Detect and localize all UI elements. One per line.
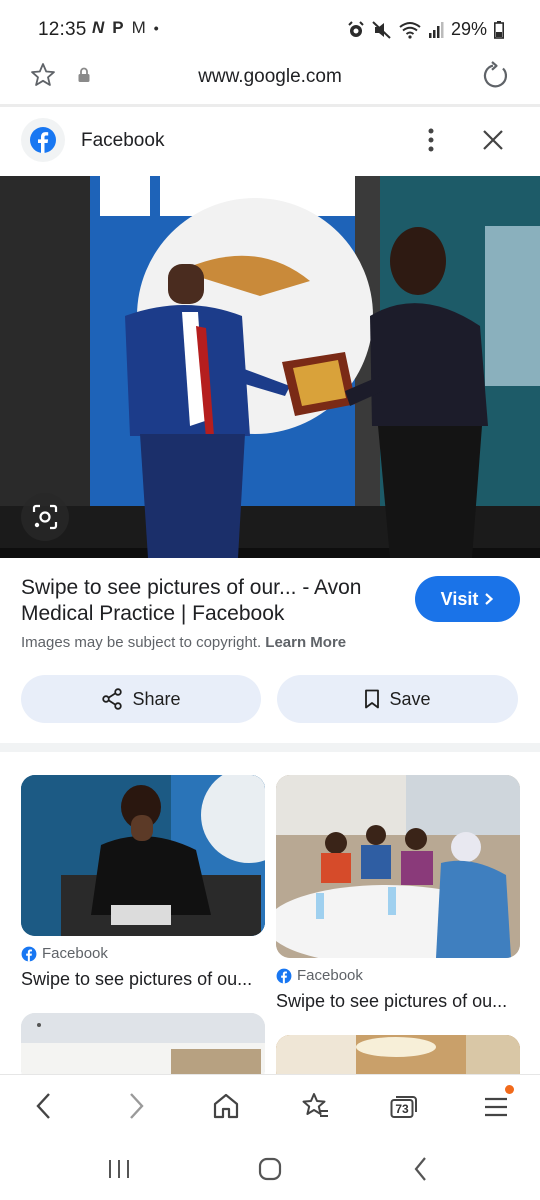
battery-percent: 29% bbox=[450, 19, 487, 39]
mute-icon bbox=[372, 20, 391, 39]
attendees-photo bbox=[276, 775, 520, 958]
menu-icon bbox=[485, 1097, 507, 1117]
learn-more-link[interactable]: Learn More bbox=[265, 634, 346, 651]
forward-icon[interactable] bbox=[124, 1091, 148, 1121]
status-bar: 12:35 N P M • 29% bbox=[0, 0, 540, 56]
browser-toolbar: 73 bbox=[0, 1074, 540, 1140]
more-notifications-dot: • bbox=[153, 20, 159, 36]
bookmarks-icon[interactable] bbox=[300, 1091, 330, 1121]
bookmark-icon bbox=[365, 689, 380, 709]
facebook-icon bbox=[276, 968, 292, 983]
recent-apps-icon[interactable] bbox=[106, 1158, 132, 1180]
url-bar[interactable]: www.google.com bbox=[0, 56, 540, 102]
speaker-photo bbox=[21, 775, 265, 936]
url-text[interactable]: www.google.com bbox=[0, 66, 540, 88]
facebook-icon bbox=[21, 946, 37, 961]
save-button[interactable]: Save bbox=[277, 675, 518, 723]
related-image-2[interactable] bbox=[276, 775, 520, 958]
visit-button[interactable]: Visit bbox=[415, 576, 520, 622]
notification-dot bbox=[505, 1085, 514, 1094]
back-icon[interactable] bbox=[32, 1091, 56, 1121]
thumb-source-2: Facebook bbox=[276, 967, 363, 984]
copyright-text: Images may be subject to copyright. bbox=[21, 634, 262, 651]
reload-icon[interactable] bbox=[481, 61, 511, 91]
visit-label: Visit bbox=[440, 588, 479, 609]
copyright-notice: Images may be subject to copyright. Lear… bbox=[21, 634, 346, 651]
notification-icon-n: N bbox=[92, 18, 105, 37]
status-time: 12:35 bbox=[38, 19, 87, 40]
tab-count: 73 bbox=[395, 1102, 409, 1116]
related-image-3[interactable] bbox=[21, 1013, 265, 1083]
source-header: Facebook bbox=[0, 110, 540, 174]
save-label: Save bbox=[389, 688, 431, 709]
facebook-logo bbox=[21, 118, 65, 162]
section-divider bbox=[0, 743, 540, 752]
share-button[interactable]: Share bbox=[21, 675, 261, 723]
thumb-source-1: Facebook bbox=[21, 945, 108, 962]
alarm-icon bbox=[348, 20, 364, 37]
menu-button[interactable] bbox=[482, 1085, 514, 1121]
lens-button[interactable] bbox=[21, 493, 69, 541]
lens-icon bbox=[32, 504, 58, 530]
related-image-1[interactable] bbox=[21, 775, 265, 936]
back-nav-icon[interactable] bbox=[410, 1155, 432, 1183]
thumb-source-label: Facebook bbox=[42, 945, 108, 962]
close-icon[interactable] bbox=[481, 128, 505, 152]
result-title[interactable]: Swipe to see pictures of our... - Avon M… bbox=[21, 575, 401, 627]
home-nav-icon[interactable] bbox=[257, 1156, 283, 1182]
signal-icon bbox=[428, 21, 444, 38]
facebook-icon bbox=[30, 127, 56, 153]
source-name[interactable]: Facebook bbox=[81, 130, 164, 152]
gmail-icon: M bbox=[131, 18, 146, 37]
thumb-caption-1[interactable]: Swipe to see pictures of ou... bbox=[21, 969, 252, 990]
home-icon[interactable] bbox=[212, 1091, 240, 1121]
chevron-right-icon bbox=[485, 593, 494, 605]
tabs-button[interactable]: 73 bbox=[390, 1095, 418, 1119]
share-label: Share bbox=[132, 688, 181, 709]
wifi-icon bbox=[399, 21, 421, 39]
notification-icons: N P M • bbox=[92, 18, 159, 38]
award-photo bbox=[0, 176, 540, 558]
notification-icon-p: P bbox=[112, 18, 124, 37]
thumb-caption-2[interactable]: Swipe to see pictures of ou... bbox=[276, 991, 507, 1012]
thumb-source-label: Facebook bbox=[297, 967, 363, 984]
share-icon bbox=[102, 688, 123, 710]
battery-icon bbox=[494, 20, 504, 39]
system-icons: 29% bbox=[347, 19, 504, 40]
main-image[interactable] bbox=[0, 176, 540, 558]
url-divider bbox=[0, 104, 540, 107]
system-navigation-bar bbox=[0, 1140, 540, 1200]
more-options-icon[interactable] bbox=[420, 126, 442, 154]
room-photo bbox=[21, 1013, 265, 1083]
